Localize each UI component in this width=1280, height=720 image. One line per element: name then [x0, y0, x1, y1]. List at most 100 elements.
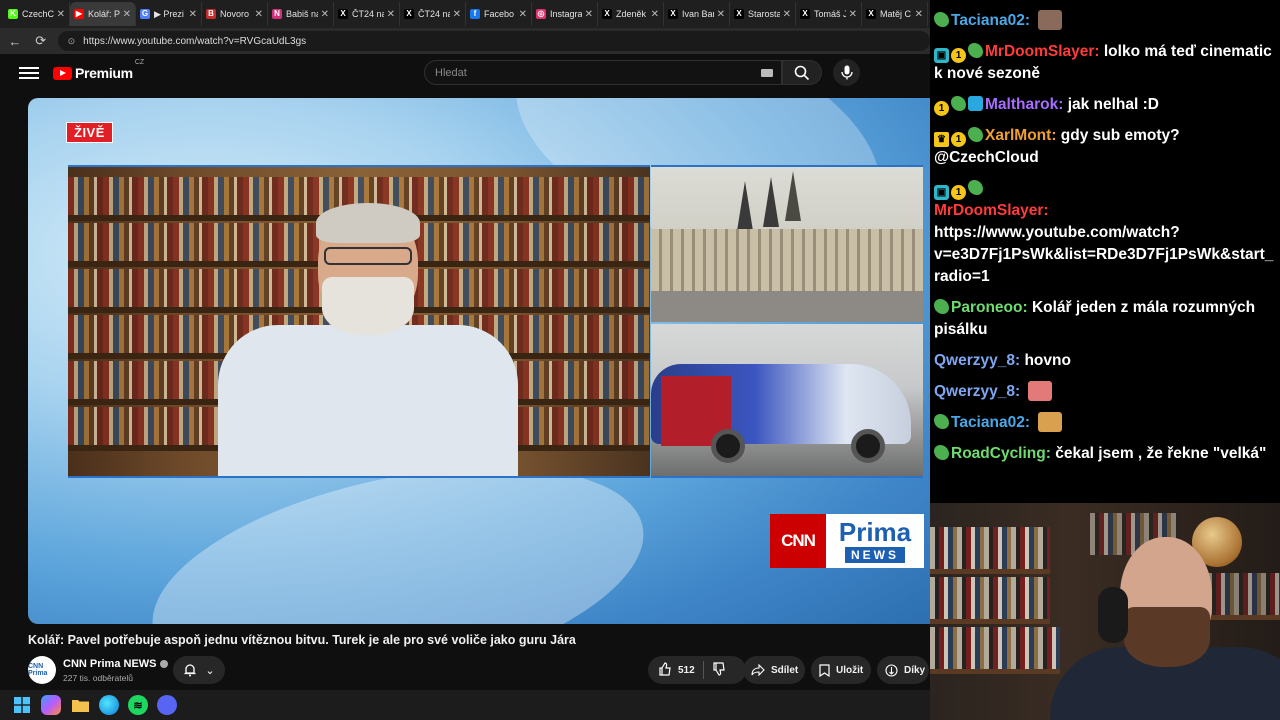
- channel-row: CNN Prima CNN Prima NEWS 227 tis. odběra…: [28, 656, 929, 686]
- tab-favicon-icon: G: [140, 9, 150, 19]
- close-tab-icon[interactable]: ✕: [717, 9, 725, 20]
- channel-avatar[interactable]: CNN Prima: [28, 656, 56, 684]
- edge-icon[interactable]: [99, 695, 119, 715]
- browser-window: K CzechC ✕ ▶ Kolář: P ✕ G ▶ Prezi ✕ B Novoro ✕ N Babi…: [0, 0, 931, 720]
- chat-message: ♛ 1 XarlMont: gdy sub emoty? @CzechCloud: [934, 127, 1180, 166]
- channel-name[interactable]: CNN Prima NEWS: [63, 658, 168, 670]
- chat-username[interactable]: Qwerzyy_8: [934, 383, 1015, 400]
- chat-message: Qwerzyy_8:: [934, 381, 1280, 403]
- close-tab-icon[interactable]: ✕: [123, 9, 131, 20]
- save-button[interactable]: Uložit: [811, 656, 871, 684]
- close-tab-icon[interactable]: ✕: [255, 9, 263, 20]
- news-logo-text: NEWS: [845, 547, 905, 563]
- keyboard-icon[interactable]: [761, 69, 773, 77]
- prima-logo-text: Prima: [838, 517, 912, 547]
- video-panel-footage: [651, 165, 923, 478]
- address-row: ← ⟳ ⊙ https://www.youtube.com/watch?v=RV…: [0, 28, 931, 54]
- bug-badge-icon: [934, 299, 949, 314]
- copilot-icon[interactable]: [41, 695, 61, 715]
- file-explorer-icon[interactable]: [70, 695, 90, 715]
- chat-username[interactable]: XarlMont: [985, 127, 1051, 144]
- logo-text: Premium: [75, 65, 133, 81]
- browser-tab[interactable]: X Starosta ✕: [730, 2, 796, 26]
- tab-title: Novoro: [220, 9, 250, 19]
- browser-tab[interactable]: f Facebo ✕: [466, 2, 532, 26]
- tab-title: Matěj C: [880, 9, 912, 19]
- tab-title: Facebo: [484, 9, 515, 19]
- chat-username[interactable]: Taciana02: [951, 12, 1025, 29]
- share-button[interactable]: Sdílet: [743, 656, 805, 684]
- chat-username[interactable]: Qwerzyy_8: [934, 352, 1015, 369]
- tab-favicon-icon: ◎: [536, 9, 546, 19]
- browser-tab[interactable]: X Matěj C ✕: [862, 2, 928, 26]
- video-player[interactable]: ŽIVĚ CNN Prima NEWS: [28, 98, 930, 624]
- browser-tab[interactable]: G ▶ Prezi ✕: [136, 2, 202, 26]
- logo-country: CZ: [134, 59, 145, 66]
- close-tab-icon[interactable]: ✕: [849, 9, 857, 20]
- close-tab-icon[interactable]: ✕: [783, 9, 791, 20]
- windows-start-icon[interactable]: [12, 695, 32, 715]
- site-info-icon[interactable]: ⊙: [68, 36, 76, 47]
- like-button[interactable]: [658, 661, 672, 679]
- thanks-button[interactable]: Díky: [877, 656, 929, 684]
- menu-icon[interactable]: [19, 67, 39, 79]
- browser-tab[interactable]: K CzechC ✕: [4, 2, 70, 26]
- chat-username[interactable]: Maltharok: [985, 96, 1058, 113]
- back-icon[interactable]: ←: [4, 30, 26, 52]
- close-tab-icon[interactable]: ✕: [585, 9, 593, 20]
- chat-message: 1 Maltharok: jak nelhal :D: [934, 94, 1280, 116]
- tab-favicon-icon: X: [734, 9, 744, 19]
- video-title: Kolář: Pavel potřebuje aspoň jednu vítěz…: [28, 633, 576, 647]
- url-text: https://www.youtube.com/watch?v=RVGcaUdL…: [83, 35, 307, 47]
- browser-tab[interactable]: X ČT24 na ✕: [400, 2, 466, 26]
- browser-tab[interactable]: X Tomáš J ✕: [796, 2, 862, 26]
- tab-title: Ivan Bar: [682, 9, 714, 19]
- chat-message: ▣ 1 MrDoomSlayer: lolko má teď cinematic k…: [934, 43, 1272, 82]
- browser-tab[interactable]: ▶ Kolář: P ✕: [70, 2, 136, 26]
- close-tab-icon[interactable]: ✕: [453, 9, 461, 20]
- close-tab-icon[interactable]: ✕: [651, 9, 659, 20]
- browser-tab[interactable]: X Ivan Bar ✕: [664, 2, 730, 26]
- tab-favicon-icon: X: [668, 9, 678, 19]
- crown-badge-icon: ♛: [934, 132, 949, 147]
- browser-tab[interactable]: X Zdeněk ✕: [598, 2, 664, 26]
- chat-username[interactable]: Taciana02: [951, 414, 1025, 431]
- browser-tab[interactable]: N Babiš na ✕: [268, 2, 334, 26]
- video-panel-guest: [68, 165, 650, 478]
- youtube-header: Premium CZ Hledat: [0, 54, 930, 92]
- close-tab-icon[interactable]: ✕: [57, 9, 65, 20]
- browser-tab[interactable]: ◎ Instagra ✕: [532, 2, 598, 26]
- bug-badge-icon: [968, 180, 983, 195]
- notifications-button[interactable]: ⌄: [173, 656, 225, 684]
- close-tab-icon[interactable]: ✕: [321, 9, 329, 20]
- search-button[interactable]: [782, 60, 822, 85]
- chat-message: Qwerzyy_8: hovno: [934, 352, 1071, 369]
- close-tab-icon[interactable]: ✕: [189, 9, 197, 20]
- chat-message: Paroneoo: Kolář jeden z mála rozumných p…: [934, 299, 1256, 338]
- chat-username[interactable]: RoadCycling: [951, 445, 1046, 462]
- chat-username[interactable]: Paroneoo: [951, 299, 1022, 316]
- search-input[interactable]: Hledat: [424, 60, 782, 85]
- chat-username[interactable]: MrDoomSlayer: [934, 202, 1043, 219]
- browser-tab[interactable]: X ČT24 na ✕: [334, 2, 400, 26]
- browser-tab[interactable]: B Novoro ✕: [202, 2, 268, 26]
- close-tab-icon[interactable]: ✕: [915, 9, 923, 20]
- channel-name-text: CNN Prima NEWS: [63, 658, 157, 670]
- chat-username[interactable]: MrDoomSlayer: [985, 43, 1094, 60]
- voice-search-button[interactable]: [833, 59, 860, 86]
- live-badge: ŽIVĚ: [66, 122, 113, 143]
- discord-icon[interactable]: [157, 695, 177, 715]
- tab-title: ČT24 na: [418, 9, 450, 19]
- close-tab-icon[interactable]: ✕: [387, 9, 395, 20]
- dislike-button[interactable]: [712, 661, 726, 679]
- spotify-icon[interactable]: ≋: [128, 695, 148, 715]
- bug-badge-icon: [934, 12, 949, 27]
- bug-badge-icon: [968, 127, 983, 142]
- reload-icon[interactable]: ⟳: [30, 30, 52, 52]
- close-tab-icon[interactable]: ✕: [519, 9, 527, 20]
- address-bar[interactable]: ⊙ https://www.youtube.com/watch?v=RVGcaU…: [57, 31, 931, 51]
- bell-icon: [184, 664, 196, 677]
- tab-strip: K CzechC ✕ ▶ Kolář: P ✕ G ▶ Prezi ✕ B Novoro ✕ N Babi…: [0, 0, 930, 28]
- youtube-logo[interactable]: Premium CZ: [53, 59, 144, 81]
- bookmark-icon: [819, 663, 830, 677]
